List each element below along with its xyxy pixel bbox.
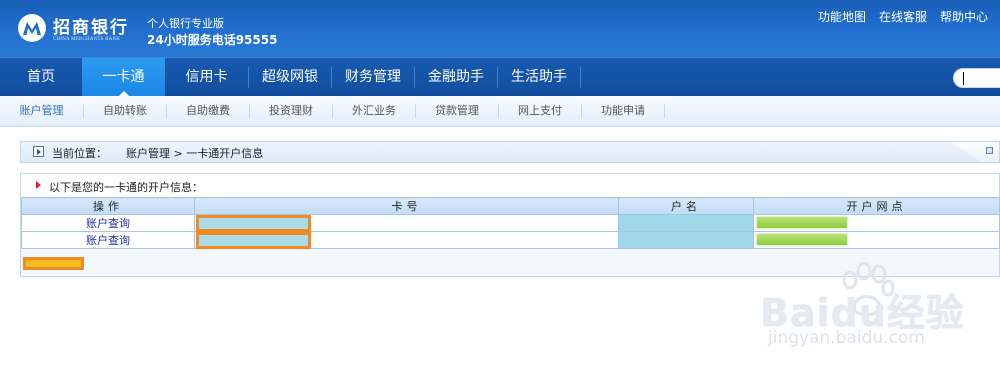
column-header-card-number: 卡号 — [194, 197, 619, 215]
breadcrumb-label: 当前位置： — [52, 147, 107, 160]
subnav-divider — [664, 104, 665, 118]
account-query-link[interactable]: 账户查询 — [21, 214, 195, 232]
bank-logo[interactable]: 招商银行 CHINA MERCHANTS BANK — [17, 11, 143, 47]
breadcrumb: 当前位置： 账户管理 > 一卡通开户信息 — [20, 141, 1000, 163]
nav-super-ebank[interactable]: 超级网银 — [249, 58, 331, 97]
column-header-action: 操作 — [21, 197, 195, 215]
branch-cell — [753, 231, 1000, 249]
redacted-card-number — [196, 232, 311, 249]
text-cursor — [963, 72, 964, 85]
bank-name: 招商银行 — [53, 18, 129, 38]
bank-name-en: CHINA MERCHANTS BANK — [53, 37, 121, 42]
account-table: 操作 卡号 户名 开户网点 账户查询 账户查询 — [21, 197, 1000, 249]
baidu-jingyan-watermark: Baidu经验 jingyan.baidu.com — [760, 262, 1000, 362]
column-header-account-name: 户名 — [618, 197, 754, 215]
nav-finance-management[interactable]: 财务管理 — [332, 58, 414, 97]
online-service-link[interactable]: 在线客服 — [879, 8, 927, 25]
nav-finance-assistant[interactable]: 金融助手 — [415, 58, 497, 97]
subnav-self-payment[interactable]: 自助缴费 — [167, 96, 249, 126]
panel-title: 以下是您的一卡通的开户信息： — [49, 181, 203, 194]
subnav-loan-management[interactable]: 贷款管理 — [416, 96, 498, 126]
table-row: 账户查询 — [21, 231, 1000, 249]
account-name-cell — [618, 214, 754, 232]
redacted-branch — [757, 234, 847, 245]
panel-header: 以下是您的一卡通的开户信息： — [21, 174, 999, 197]
maximize-icon[interactable] — [986, 147, 993, 154]
subnav-investment[interactable]: 投资理财 — [250, 96, 332, 126]
card-number-cell — [194, 231, 619, 249]
column-header-branch: 开户网点 — [753, 197, 1000, 215]
edition-label: 个人银行专业版 — [147, 17, 224, 30]
subnav-online-payment[interactable]: 网上支付 — [499, 96, 581, 126]
subnav-forex[interactable]: 外汇业务 — [333, 96, 415, 126]
redacted-footer-button[interactable] — [23, 257, 84, 270]
nav-divider — [580, 67, 581, 88]
subnav-account-management[interactable]: 账户管理 — [0, 96, 83, 126]
card-number-cell — [194, 214, 619, 232]
account-query-link[interactable]: 账户查询 — [21, 231, 195, 249]
nav-search-input[interactable] — [953, 68, 1000, 88]
nav-home[interactable]: 首页 — [0, 58, 82, 97]
nav-life-assistant[interactable]: 生活助手 — [498, 58, 580, 97]
help-center-link[interactable]: 帮助中心 — [940, 8, 988, 25]
breadcrumb-path: 账户管理 > 一卡通开户信息 — [126, 147, 264, 160]
branch-cell — [753, 214, 1000, 232]
location-icon — [33, 146, 44, 157]
top-header: 招商银行 CHINA MERCHANTS BANK 个人银行专业版 24小时服务… — [0, 0, 1000, 57]
nav-credit-card[interactable]: 信用卡 — [165, 58, 248, 97]
table-header-row: 操作 卡号 户名 开户网点 — [21, 197, 1000, 215]
redacted-branch — [757, 217, 847, 228]
subnav-function-application[interactable]: 功能申请 — [582, 96, 664, 126]
subnav-self-transfer[interactable]: 自助转账 — [84, 96, 166, 126]
cmb-logo-icon — [18, 14, 46, 42]
sub-nav: 账户管理 自助转账 自助缴费 投资理财 外汇业务 贷款管理 网上支付 功能申请 — [0, 96, 1000, 127]
table-row: 账户查询 — [21, 214, 1000, 232]
redacted-card-number — [196, 215, 311, 232]
nav-debit-card[interactable]: 一卡通 — [82, 58, 165, 97]
function-map-link[interactable]: 功能地图 — [818, 8, 866, 25]
main-nav: 首页 一卡通 信用卡 超级网银 财务管理 金融助手 生活助手 — [0, 57, 1000, 97]
service-hotline: 24小时服务电话95555 — [147, 33, 278, 47]
top-links: 功能地图 在线客服 帮助中心 — [818, 8, 988, 25]
watermark-url: jingyan.baidu.com — [768, 328, 925, 348]
arrow-right-icon — [36, 181, 41, 189]
account-name-cell — [618, 231, 754, 249]
